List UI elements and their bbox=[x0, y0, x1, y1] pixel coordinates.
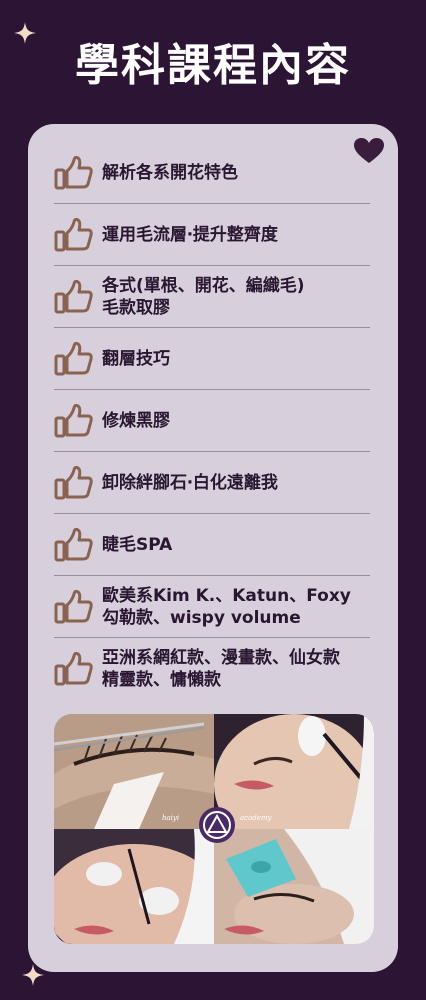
thumbs-up-icon bbox=[54, 279, 94, 315]
list-item-text: 卸除絆腳石‧白化遠離我 bbox=[102, 472, 278, 494]
list-item-text: 解析各系開花特色 bbox=[102, 162, 238, 184]
course-topic-list: 解析各系開花特色運用毛流層‧提升整齊度各式(單根、開花、編織毛) 毛款取膠翻層技巧… bbox=[54, 142, 370, 700]
list-item-line: 歐美系Kim K.、Katun、Foxy bbox=[102, 585, 351, 606]
logo-icon bbox=[199, 807, 235, 843]
list-item-line: 翻層技巧 bbox=[102, 348, 170, 369]
list-item-text: 亞洲系網紅款、漫畫款、仙女款 精靈款、慵懶款 bbox=[102, 647, 340, 691]
list-item-line: 各式(單根、開花、編織毛) bbox=[102, 275, 305, 296]
list-item-text: 運用毛流層‧提升整齊度 bbox=[102, 224, 278, 246]
thumbs-up-icon bbox=[54, 651, 94, 687]
thumbs-up-icon bbox=[54, 341, 94, 377]
lash-training-photo: haiyi academy bbox=[54, 714, 374, 944]
list-item-text: 翻層技巧 bbox=[102, 348, 170, 370]
thumbs-up-icon bbox=[54, 155, 94, 191]
list-item-line: 精靈款、慵懶款 bbox=[102, 670, 221, 690]
page-title: 學科課程內容 bbox=[75, 40, 351, 91]
logo-left-text: haiyi bbox=[162, 814, 180, 822]
thumbs-up-icon bbox=[54, 403, 94, 439]
list-item-line: 勾勒款、wispy volume bbox=[102, 607, 301, 628]
thumbs-up-icon bbox=[54, 589, 94, 625]
list-item: 睫毛SPA bbox=[54, 514, 370, 576]
academy-logo: haiyi academy bbox=[162, 806, 272, 850]
list-item: 亞洲系網紅款、漫畫款、仙女款 精靈款、慵懶款 bbox=[54, 638, 370, 700]
list-item-line: 解析各系開花特色 bbox=[102, 162, 238, 183]
list-item: 修煉黑膠 bbox=[54, 390, 370, 452]
logo-right-text: academy bbox=[240, 814, 272, 822]
list-item: 歐美系Kim K.、Katun、Foxy 勾勒款、wispy volume bbox=[54, 576, 370, 638]
list-item: 運用毛流層‧提升整齊度 bbox=[54, 204, 370, 266]
thumbs-up-icon bbox=[54, 217, 94, 253]
list-item-text: 修煉黑膠 bbox=[102, 410, 170, 432]
thumbs-up-icon bbox=[54, 465, 94, 501]
list-item-text: 歐美系Kim K.、Katun、Foxy 勾勒款、wispy volume bbox=[102, 585, 351, 629]
thumbs-up-icon bbox=[54, 527, 94, 563]
list-item: 各式(單根、開花、編織毛) 毛款取膠 bbox=[54, 266, 370, 328]
list-item-line: 亞洲系網紅款、漫畫款、仙女款 bbox=[102, 648, 340, 668]
list-item-text: 各式(單根、開花、編織毛) 毛款取膠 bbox=[102, 275, 305, 319]
list-item-line: 毛款取膠 bbox=[102, 297, 170, 318]
list-item-text: 睫毛SPA bbox=[102, 534, 172, 556]
list-item-line: 卸除絆腳石‧白化遠離我 bbox=[102, 472, 278, 493]
list-item: 翻層技巧 bbox=[54, 328, 370, 390]
list-item-line: 修煉黑膠 bbox=[102, 410, 170, 431]
list-item: 解析各系開花特色 bbox=[54, 142, 370, 204]
list-item-line: 睫毛SPA bbox=[102, 534, 173, 555]
course-content-card: 解析各系開花特色運用毛流層‧提升整齊度各式(單根、開花、編織毛) 毛款取膠翻層技巧… bbox=[28, 124, 398, 972]
list-item: 卸除絆腳石‧白化遠離我 bbox=[54, 452, 370, 514]
list-item-line: 運用毛流層‧提升整齊度 bbox=[102, 224, 278, 245]
